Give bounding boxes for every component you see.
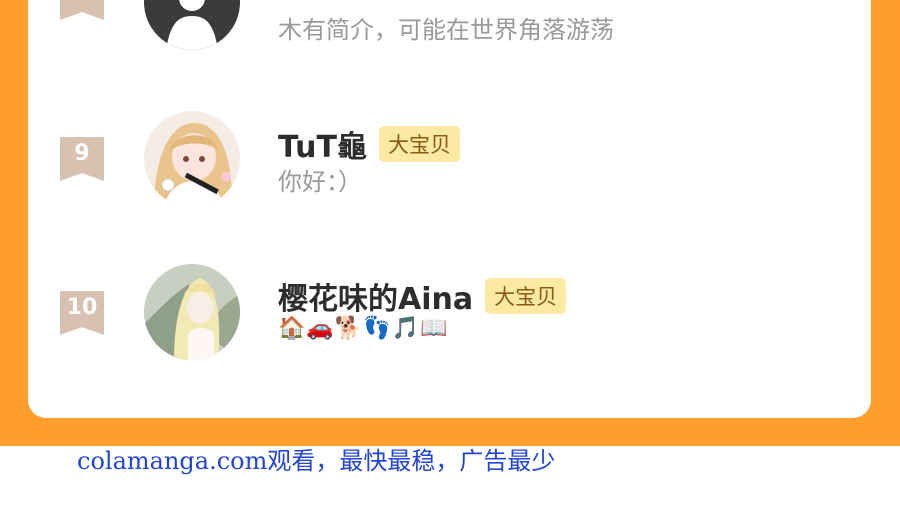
rank-badge: 9 [60, 137, 104, 181]
user-bio: 🏠🚗🐕👣🎵📖 [278, 316, 449, 341]
user-avatar[interactable] [144, 264, 240, 360]
user-bio: 你好：） [278, 168, 362, 196]
fan-level-badge: 大宝贝 [379, 126, 460, 162]
site-watermark: colamanga.com观看，最快最稳，广告最少 [77, 447, 556, 475]
name-line: TuT龜 大宝贝 [278, 122, 460, 166]
fan-ranking-card: 8 木有简介，可能在世界角落游荡 9 [28, 0, 871, 418]
ranking-row[interactable]: 10 樱花味的Aina 大宝贝 🏠🚗🐕👣🎵📖 [28, 264, 871, 364]
user-avatar[interactable] [144, 111, 240, 207]
name-line: 樱花味的Aina 大宝贝 [278, 274, 567, 318]
default-avatar-icon[interactable] [144, 0, 240, 50]
user-bio: 木有简介，可能在世界角落游荡 [278, 16, 614, 44]
ranking-row[interactable]: 8 木有简介，可能在世界角落游荡 [28, 0, 871, 70]
user-name[interactable]: TuT龜 [278, 122, 367, 166]
fan-level-badge: 大宝贝 [485, 278, 567, 314]
ranking-row[interactable]: 9 TuT龜 大宝贝 你好：） [28, 110, 871, 210]
rank-badge: 8 [60, 0, 104, 20]
rank-badge: 10 [60, 291, 104, 335]
user-name[interactable]: 樱花味的Aina [278, 274, 473, 318]
